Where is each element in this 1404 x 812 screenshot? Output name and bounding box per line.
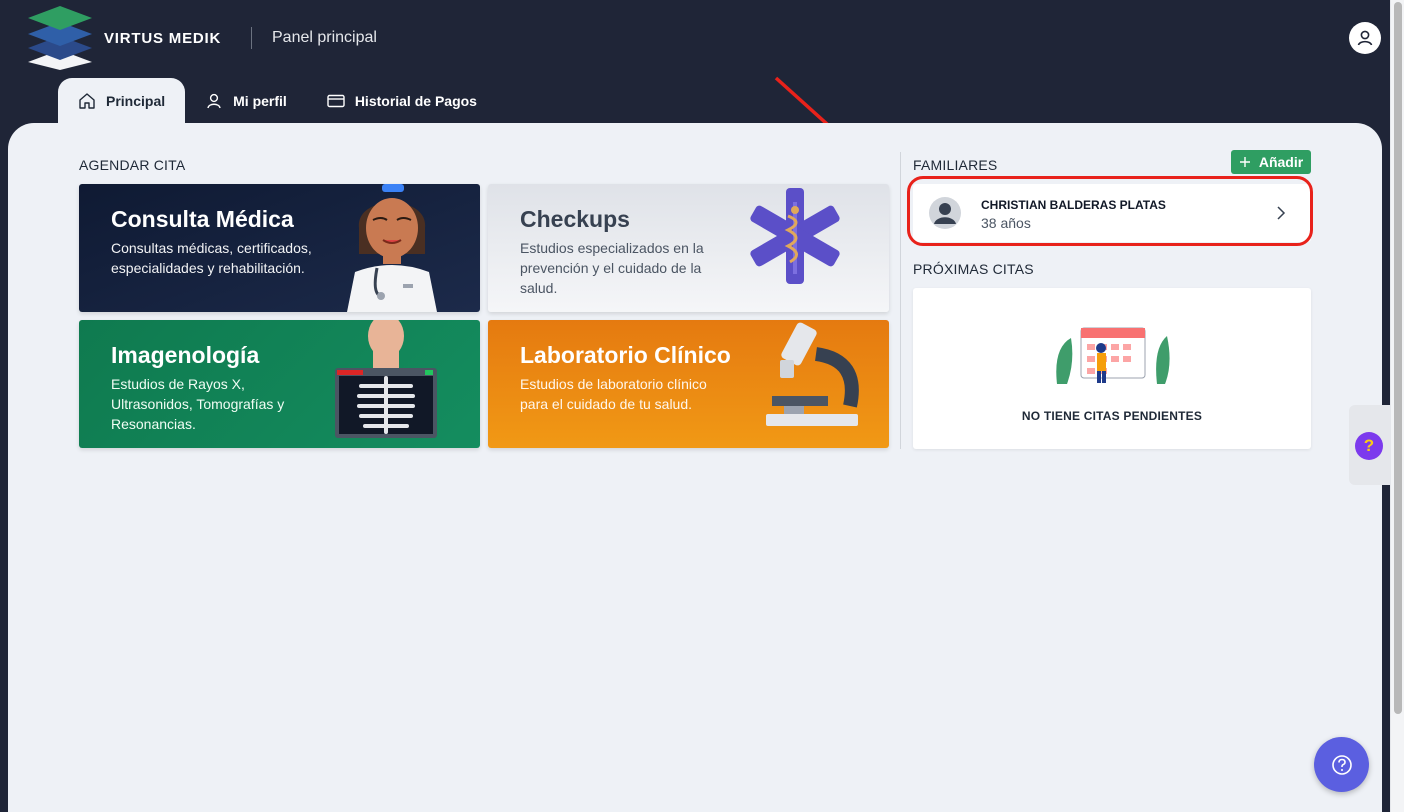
calendar-illustration — [1056, 327, 1170, 384]
column-divider — [900, 152, 901, 449]
card-description: Estudios de Rayos X, Ultrasonidos, Tomog… — [111, 376, 285, 432]
header-divider — [251, 27, 252, 49]
help-fab-button[interactable] — [1314, 737, 1369, 792]
doctor-illustration — [347, 184, 437, 312]
user-icon — [207, 93, 221, 109]
agendar-cita-heading: AGENDAR CITA — [79, 157, 186, 173]
tab-label: Mi perfil — [233, 93, 287, 109]
page-title: Panel principal — [272, 29, 377, 46]
add-family-button[interactable]: Añadir — [1231, 150, 1311, 174]
account-button[interactable] — [1349, 22, 1381, 54]
tab-historial-pagos[interactable]: Historial de Pagos — [307, 78, 497, 124]
card-description: Estudios especializados en la prevención… — [520, 240, 704, 296]
virtus-medik-logo — [28, 6, 92, 70]
tab-label: Historial de Pagos — [354, 93, 477, 109]
tab-mi-perfil[interactable]: Mi perfil — [185, 78, 307, 124]
appointments-panel: NO TIENE CITAS PENDIENTES — [913, 288, 1311, 449]
proximas-citas-heading: PRÓXIMAS CITAS — [913, 261, 1034, 277]
help-side-tab[interactable]: ? — [1349, 405, 1390, 485]
question-icon: ? — [1355, 432, 1383, 460]
card-title: Checkups — [520, 206, 630, 232]
card-title: Laboratorio Clínico — [520, 342, 731, 368]
xray-illustration — [335, 320, 437, 438]
card-consulta-medica[interactable]: Consulta Médica Consultas médicas, certi… — [79, 184, 480, 312]
card-title: Consulta Médica — [111, 206, 294, 232]
home-icon — [79, 93, 95, 109]
tab-principal[interactable]: Principal — [58, 78, 186, 124]
top-bar: VIRTUS MEDIK Panel principal Principal M… — [0, 0, 1390, 182]
user-icon — [1357, 30, 1373, 46]
familiares-heading: FAMILIARES — [913, 157, 998, 173]
no-appointments-text: NO TIENE CITAS PENDIENTES — [1021, 409, 1203, 423]
add-label: Añadir — [1258, 154, 1304, 170]
scrollbar-thumb[interactable] — [1394, 2, 1402, 714]
card-description: Consultas médicas, certificados, especia… — [111, 240, 312, 276]
main-tabs: Principal Mi perfil Historial de Pagos — [58, 78, 497, 124]
card-title: Imagenología — [111, 342, 260, 368]
card-laboratorio-clinico[interactable]: Laboratorio Clínico Estudios de laborato… — [488, 320, 889, 448]
question-circle-icon — [1331, 754, 1352, 775]
card-imagenologia[interactable]: Imagenología Estudios de Rayos X, Ultras… — [79, 320, 480, 448]
tab-label: Principal — [106, 93, 166, 109]
card-description: Estudios de laboratorio clínico para el … — [520, 376, 707, 412]
microscope-icon — [766, 322, 859, 426]
card-checkups[interactable]: Checkups Estudios especializados en la p… — [488, 184, 889, 312]
brand-name: VIRTUS MEDIK — [104, 30, 222, 47]
star-of-life-icon — [750, 188, 840, 284]
annotation-highlight — [907, 176, 1313, 246]
plus-icon — [1239, 157, 1250, 167]
page-scrollbar[interactable] — [1390, 0, 1404, 812]
credit-card-icon — [327, 94, 345, 108]
